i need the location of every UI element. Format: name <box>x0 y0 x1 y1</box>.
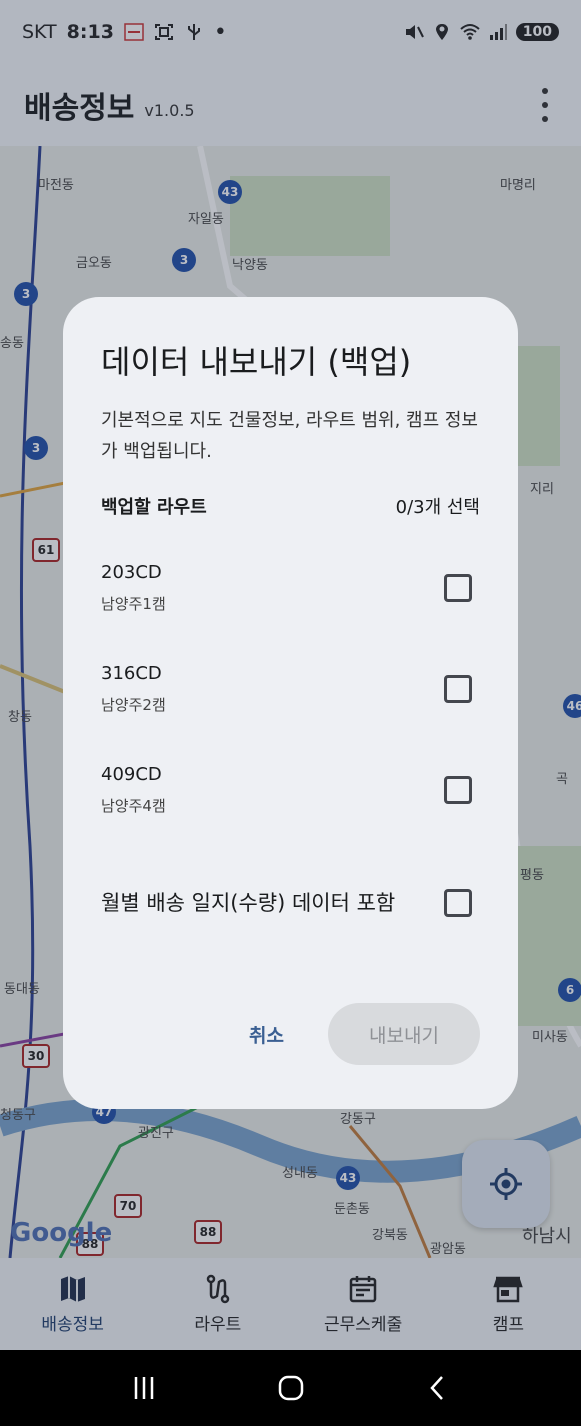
route-camp: 남양주1캠 <box>101 594 166 613</box>
route-code: 409CD <box>101 763 162 785</box>
recent-apps-icon[interactable] <box>129 1373 159 1403</box>
export-button[interactable]: 내보내기 <box>328 1003 480 1065</box>
monthly-log-option[interactable]: 월별 배송 일지(수량) 데이터 포함 <box>101 848 480 958</box>
dialog-description: 기본적으로 지도 건물정보, 라우트 범위, 캠프 정보가 백업됩니다. <box>101 410 478 462</box>
monthly-log-label: 월별 배송 일지(수량) 데이터 포함 <box>101 890 396 915</box>
dialog-actions: 취소 내보내기 <box>235 1003 480 1065</box>
home-icon[interactable] <box>276 1373 306 1403</box>
route-checkbox[interactable] <box>444 674 472 703</box>
system-navigation-bar <box>0 1350 581 1426</box>
back-icon[interactable] <box>423 1373 453 1403</box>
export-backup-dialog: 데이터 내보내기 (백업) 기본적으로 지도 건물정보, 라우트 범위, 캠프 … <box>63 297 518 1109</box>
route-item[interactable]: 316CD 남양주2캠 <box>101 638 480 739</box>
selected-count: 0/3개 선택 <box>395 497 480 518</box>
route-camp: 남양주4캠 <box>101 796 166 815</box>
route-checkbox[interactable] <box>444 573 472 602</box>
cancel-button[interactable]: 취소 <box>235 1011 298 1058</box>
route-camp: 남양주2캠 <box>101 695 166 714</box>
routes-label: 백업할 라우트 <box>101 497 207 518</box>
routes-header: 백업할 라우트 0/3개 선택 <box>101 493 480 519</box>
route-code: 203CD <box>101 561 162 583</box>
route-checkbox[interactable] <box>444 775 472 804</box>
monthly-log-checkbox[interactable] <box>444 889 472 917</box>
route-code: 316CD <box>101 662 162 684</box>
route-item[interactable]: 203CD 남양주1캠 <box>101 537 480 638</box>
route-item[interactable]: 409CD 남양주4캠 <box>101 739 480 840</box>
dialog-title: 데이터 내보내기 (백업) <box>101 343 412 381</box>
